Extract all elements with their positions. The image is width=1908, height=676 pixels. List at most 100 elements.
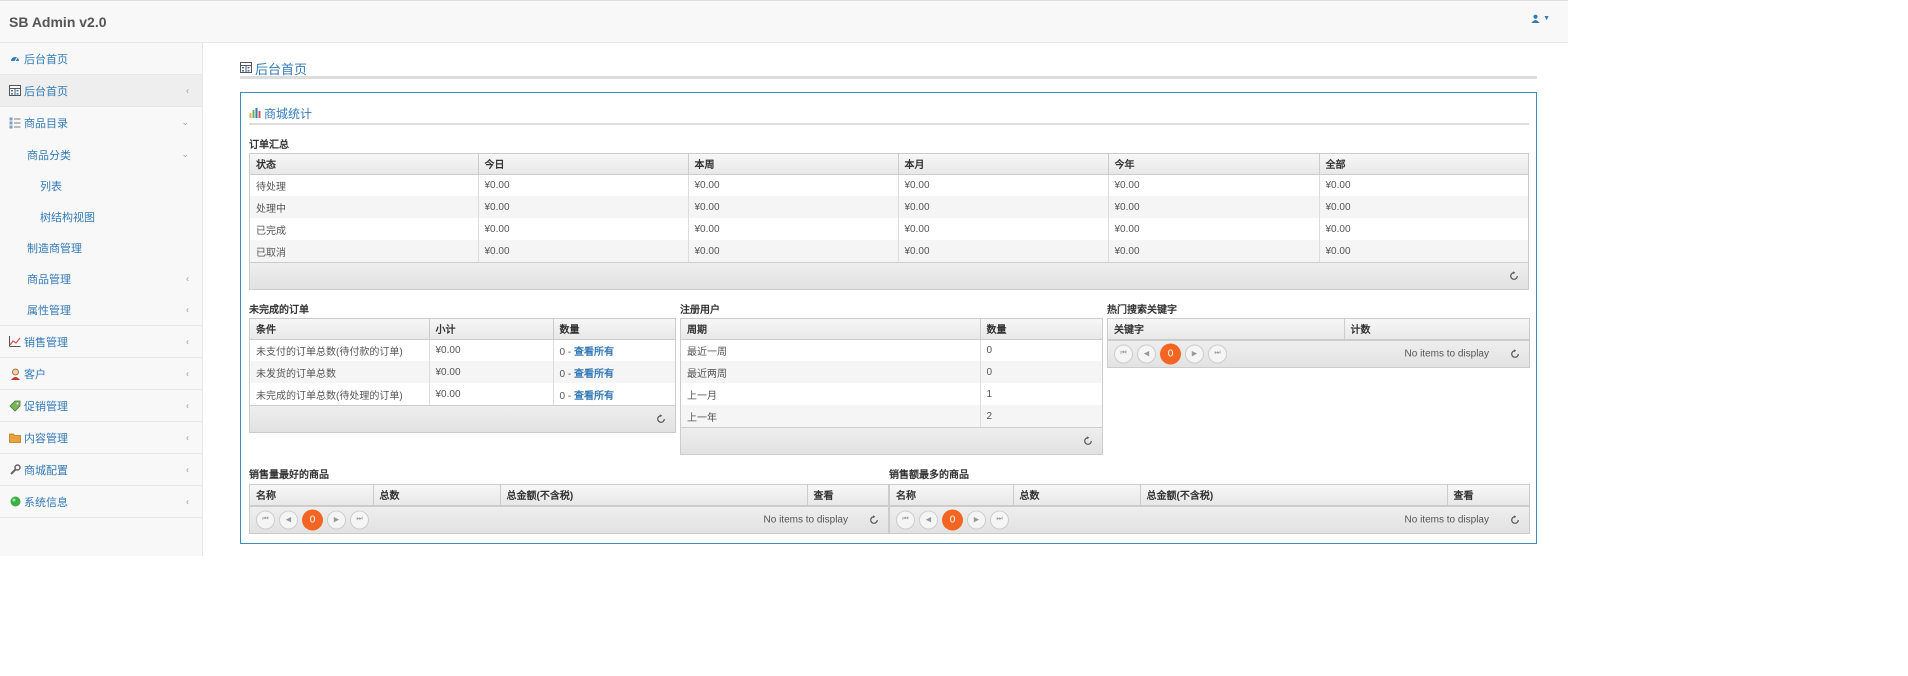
cell: ¥0.00: [687, 196, 898, 218]
view-all-link[interactable]: 查看所有: [574, 347, 614, 358]
first-page-icon[interactable]: ⏮: [896, 510, 915, 529]
sidebar-item-list[interactable]: 列表: [0, 170, 202, 201]
cell: 最近两周: [681, 361, 980, 383]
sidebar-item-customers[interactable]: 客户 ‹: [0, 358, 202, 390]
prev-page-icon[interactable]: ◀: [919, 510, 938, 529]
column-header[interactable]: 今日: [477, 154, 688, 175]
view-all-link[interactable]: 查看所有: [574, 369, 614, 380]
next-page-icon[interactable]: ▶: [327, 510, 346, 529]
next-page-icon[interactable]: ▶: [967, 510, 986, 529]
column-header[interactable]: 条件: [250, 319, 429, 340]
column-header[interactable]: 查看: [1446, 485, 1529, 506]
brand[interactable]: SB Admin v2.0: [9, 14, 107, 30]
sidebar-item-system-info[interactable]: 系统信息 ‹: [0, 486, 202, 518]
column-header[interactable]: 本周: [687, 154, 898, 175]
sidebar-item-label: 属性管理: [27, 304, 71, 317]
chevron-left-icon: ‹: [186, 273, 189, 283]
column-header[interactable]: 总金额(不含税): [499, 485, 807, 506]
best-amount-title: 销售额最多的商品: [889, 470, 969, 481]
view-all-link[interactable]: 查看所有: [574, 391, 614, 402]
prev-page-icon[interactable]: ◀: [279, 510, 298, 529]
sidebar-item-products[interactable]: 商品管理 ‹: [0, 263, 202, 294]
column-header[interactable]: 小计: [428, 319, 553, 340]
cell: ¥0.00: [428, 339, 553, 361]
count-value: 0 -: [559, 390, 574, 402]
column-header[interactable]: 今年: [1107, 154, 1319, 175]
table-header-row: 周期 数量: [681, 319, 1102, 340]
sidebar-item-catalog[interactable]: 商品目录 ⌄: [0, 107, 202, 139]
sidebar-item-promotions[interactable]: 促销管理 ‹: [0, 390, 202, 422]
column-header[interactable]: 状态: [250, 154, 478, 175]
column-header[interactable]: 总数: [1012, 485, 1140, 506]
pager: ⏮ ◀ 0 ▶ ⏭: [1114, 343, 1227, 364]
cell: ¥0.00: [897, 174, 1108, 196]
column-header[interactable]: 关键字: [1108, 319, 1344, 340]
sidebar-item-label: 列表: [40, 180, 62, 193]
user-menu[interactable]: ▼: [1531, 14, 1550, 23]
cell: 0 - 查看所有: [552, 383, 675, 405]
table-row: 最近一周 0: [681, 339, 1102, 361]
sidebar-item-home[interactable]: 后台首页 ‹: [0, 75, 202, 107]
sidebar-item-dashboard[interactable]: 后台首页: [0, 43, 202, 75]
refresh-icon[interactable]: [869, 514, 879, 525]
current-page[interactable]: 0: [302, 509, 323, 530]
cell: ¥0.00: [1318, 218, 1528, 240]
cell: ¥0.00: [477, 196, 688, 218]
sales-chart-icon: [9, 336, 21, 348]
column-header[interactable]: 本月: [897, 154, 1108, 175]
column-header[interactable]: 总金额(不含税): [1139, 485, 1447, 506]
refresh-icon[interactable]: [1510, 514, 1520, 525]
cell: 待处理: [256, 181, 286, 193]
sidebar-item-tree-view[interactable]: 树结构视图: [0, 201, 202, 232]
sidebar-item-sales[interactable]: 销售管理 ‹: [0, 326, 202, 358]
table-row: 上一年 2: [681, 405, 1102, 427]
cell: ¥0.00: [897, 196, 1108, 218]
sidebar-item-label: 客户: [24, 368, 46, 381]
refresh-icon[interactable]: [1510, 348, 1520, 359]
table-header-row: 关键字 计数: [1108, 319, 1529, 340]
column-header[interactable]: 周期: [681, 319, 980, 340]
cell: ¥0.00: [687, 174, 898, 196]
hot-keywords-title: 热门搜索关键字: [1107, 305, 1177, 316]
current-page[interactable]: 0: [942, 509, 963, 530]
refresh-icon[interactable]: [1083, 436, 1093, 446]
cell: ¥0.00: [897, 240, 1108, 262]
next-page-icon[interactable]: ▶: [1185, 344, 1204, 363]
column-header[interactable]: 数量: [552, 319, 675, 340]
column-header[interactable]: 全部: [1318, 154, 1528, 175]
sidebar-item-label: 商品分类: [27, 149, 71, 162]
column-header[interactable]: 查看: [806, 485, 888, 506]
sidebar-item-attributes[interactable]: 属性管理 ‹: [0, 294, 202, 325]
sidebar-item-manufacturer[interactable]: 制造商管理: [0, 232, 202, 263]
last-page-icon[interactable]: ⏭: [1208, 344, 1227, 363]
cell: 2: [979, 405, 1102, 427]
first-page-icon[interactable]: ⏮: [256, 510, 275, 529]
column-header[interactable]: 数量: [979, 319, 1102, 340]
hot-keywords-grid: 关键字 计数 ⏮ ◀ 0 ▶ ⏭ No items to display: [1107, 318, 1530, 368]
table-row: 已取消 ¥0.00 ¥0.00 ¥0.00 ¥0.00 ¥0.00: [250, 240, 1528, 262]
chevron-down-icon: ⌄: [181, 148, 189, 159]
refresh-icon[interactable]: [656, 414, 666, 424]
column-header[interactable]: 名称: [890, 485, 1013, 506]
cell: ¥0.00: [687, 218, 898, 240]
column-header[interactable]: 名称: [250, 485, 373, 506]
sidebar-item-config[interactable]: 商城配置 ‹: [0, 454, 202, 486]
chevron-left-icon: ‹: [186, 368, 189, 378]
grid-pager-footer: ⏮ ◀ 0 ▶ ⏭ No items to display: [250, 505, 888, 533]
last-page-icon[interactable]: ⏭: [990, 510, 1009, 529]
first-page-icon[interactable]: ⏮: [1114, 344, 1133, 363]
refresh-icon[interactable]: [1509, 271, 1519, 281]
page-title: 后台首页: [255, 62, 308, 77]
sidebar-item-content[interactable]: 内容管理 ‹: [0, 422, 202, 454]
column-header[interactable]: 总数: [372, 485, 500, 506]
current-page[interactable]: 0: [1160, 343, 1181, 364]
column-header[interactable]: 计数: [1343, 319, 1529, 340]
prev-page-icon[interactable]: ◀: [1137, 344, 1156, 363]
cell: ¥0.00: [1107, 240, 1319, 262]
table-row: 处理中 ¥0.00 ¥0.00 ¥0.00 ¥0.00 ¥0.00: [250, 196, 1528, 218]
panel-title: 商城统计: [249, 105, 1529, 125]
chevron-left-icon: ‹: [186, 304, 189, 314]
last-page-icon[interactable]: ⏭: [350, 510, 369, 529]
sidebar-item-category[interactable]: 商品分类 ⌄: [0, 139, 202, 170]
count-value: 0 -: [559, 368, 574, 380]
